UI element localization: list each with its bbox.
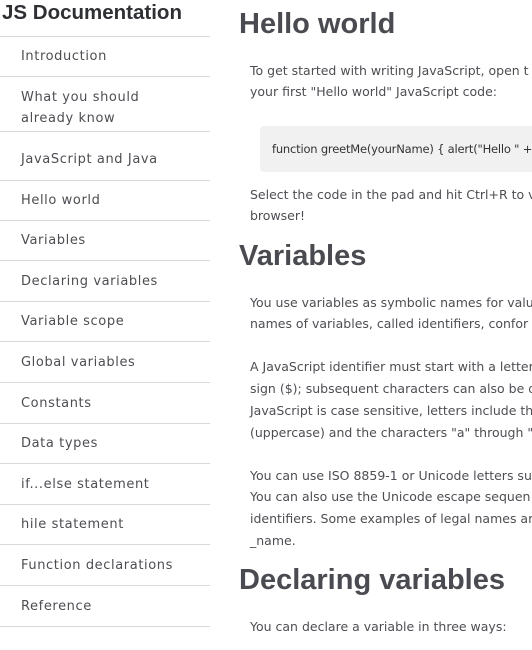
nav-link-declaring-variables[interactable]: Declaring variables [0,271,210,302]
nav-link-function-declarations[interactable]: Function declarations [0,555,210,586]
nav-link-hello-world[interactable]: Hello world [0,190,210,221]
nav-link-label-line1: What you should [21,90,140,105]
nav-link-variable-scope[interactable]: Variable scope [0,311,210,342]
paragraph-line: _name. [250,533,296,548]
paragraph-line: A JavaScript identifier must start with … [250,359,532,374]
nav-divider [0,36,210,37]
section-title-hello-world: Hello world [239,8,396,40]
nav-link-reference[interactable]: Reference [0,596,210,627]
paragraph-line: (uppercase) and the characters "a" throu… [250,425,532,440]
paragraph-line: You can declare a variable in three ways… [250,619,507,634]
nav-link-while-statement[interactable]: hile statement [0,514,210,545]
paragraph-line: browser! [250,208,306,223]
paragraph-line: sign ($); subsequent characters can also… [250,381,532,396]
main-doc: Hello world To get started with writing … [239,0,532,650]
nav-link-global-variables[interactable]: Global variables [0,352,210,383]
paragraph-line: Select the code in the pad and hit Ctrl+… [250,187,532,202]
paragraph-line: JavaScript is case sensitive, letters in… [250,403,532,418]
code-block[interactable]: function greetMe(yourName) { alert("Hell… [260,126,532,172]
nav-link-javascript-and-java[interactable]: JavaScript and Java [0,149,210,181]
nav-link-constants[interactable]: Constants [0,393,210,424]
nav-link-label-line2: already know [21,111,116,126]
nav-header: JS Documentation [2,1,182,24]
paragraph-line: You use variables as symbolic names for … [250,295,532,310]
paragraph-line: identifiers. Some examples of legal name… [250,511,532,526]
nav-link-what-you-should-already-know[interactable]: What you should already know [0,87,210,132]
nav-link-if-else-statement[interactable]: if...else statement [0,474,210,505]
nav-link-data-types[interactable]: Data types [0,433,210,464]
paragraph-line: You can also use the Unicode escape sequ… [250,489,531,504]
nav-link-variables[interactable]: Variables [0,230,210,261]
section-title-declaring-variables: Declaring variables [239,564,505,596]
navbar: JS Documentation Introduction What you s… [0,0,210,650]
paragraph-line: To get started with writing JavaScript, … [250,63,529,78]
paragraph-line: names of variables, called identifiers, … [250,316,529,331]
paragraph-line: You can use ISO 8859-1 or Unicode letter… [250,468,532,483]
nav-link-introduction[interactable]: Introduction [0,46,210,77]
paragraph-line: your first "Hello world" JavaScript code… [250,84,498,99]
section-title-variables: Variables [239,240,367,272]
